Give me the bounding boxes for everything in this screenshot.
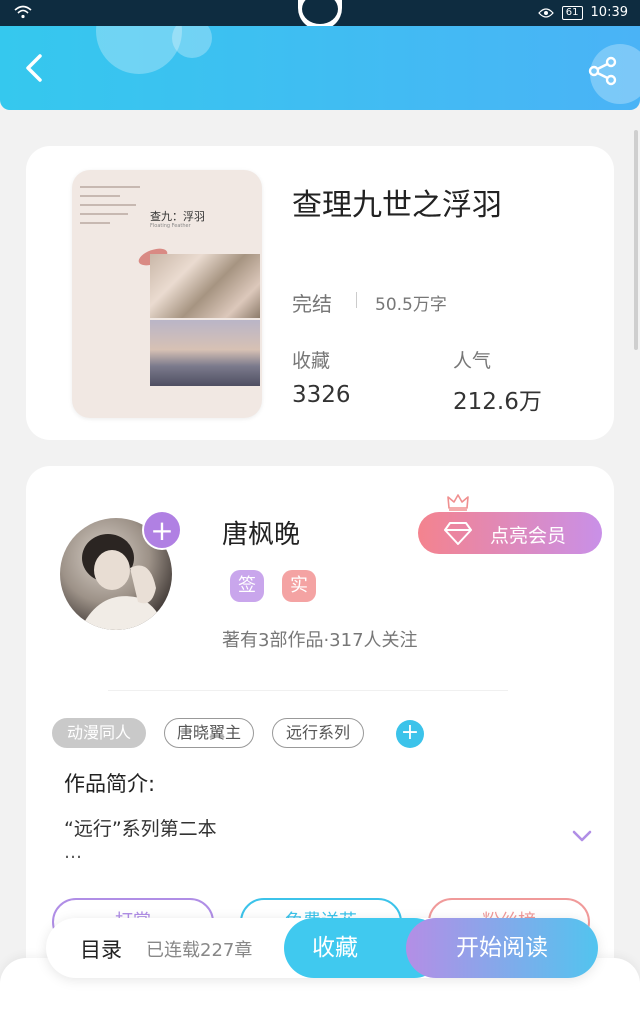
vip-label: 点亮会员 bbox=[490, 525, 567, 547]
crown-icon bbox=[447, 494, 469, 511]
toc-button[interactable]: 目录 bbox=[80, 934, 122, 964]
category-tag[interactable]: 动漫同人 bbox=[52, 718, 146, 748]
cover-title: 查九：浮羽 bbox=[150, 210, 205, 223]
book-title: 查理九世之浮羽 bbox=[292, 188, 502, 223]
wifi-icon bbox=[14, 5, 32, 19]
follow-plus-button[interactable]: + bbox=[142, 510, 182, 550]
header-bar bbox=[0, 26, 640, 110]
battery-indicator: 61 bbox=[561, 5, 583, 20]
vip-button[interactable]: 点亮会员 bbox=[418, 494, 602, 554]
author-meta: 著有3部作品·317人关注 bbox=[222, 630, 418, 651]
status-bar: 61 10:39 bbox=[0, 0, 640, 30]
back-icon[interactable] bbox=[18, 50, 54, 86]
author-name[interactable]: 唐枫晚 bbox=[222, 514, 300, 551]
start-reading-button[interactable]: 开始阅读 bbox=[406, 918, 598, 978]
signed-badge: 签 bbox=[230, 570, 264, 602]
intro-label: 作品简介: bbox=[64, 772, 156, 796]
favorites-label: 收藏 bbox=[292, 350, 331, 372]
eye-icon bbox=[537, 7, 554, 18]
add-tag-button[interactable]: + bbox=[396, 720, 424, 748]
cover-city-image bbox=[150, 320, 260, 386]
favorites-value: 3326 bbox=[292, 382, 351, 408]
intro-ellipsis: … bbox=[64, 842, 82, 863]
intro-text: “远行”系列第二本 bbox=[64, 818, 217, 840]
scrollbar[interactable] bbox=[634, 130, 638, 350]
book-status: 完结 bbox=[292, 292, 332, 316]
popularity-label: 人气 bbox=[453, 350, 492, 372]
word-count: 50.5万字 bbox=[375, 295, 447, 315]
chevron-down-icon[interactable] bbox=[570, 826, 594, 846]
tag-item[interactable]: 远行系列 bbox=[272, 718, 364, 748]
share-icon[interactable] bbox=[586, 54, 620, 88]
bottom-action-bar: 目录 已连载227章 收藏 开始阅读 bbox=[46, 918, 598, 978]
clock: 10:39 bbox=[590, 5, 628, 20]
cover-flower-image bbox=[150, 254, 260, 318]
tag-item[interactable]: 唐晓翼主 bbox=[164, 718, 254, 748]
popularity-value: 212.6万 bbox=[453, 389, 542, 415]
diamond-icon bbox=[444, 522, 472, 545]
book-info-card: 查九：浮羽 Floating Feather 查理九世之浮羽 完结 50.5万字… bbox=[26, 146, 614, 440]
verified-badge: 实 bbox=[282, 570, 316, 602]
cover-subtitle: Floating Feather bbox=[150, 223, 191, 229]
chapter-count: 已连载227章 bbox=[146, 940, 253, 961]
book-cover[interactable]: 查九：浮羽 Floating Feather bbox=[72, 170, 262, 418]
